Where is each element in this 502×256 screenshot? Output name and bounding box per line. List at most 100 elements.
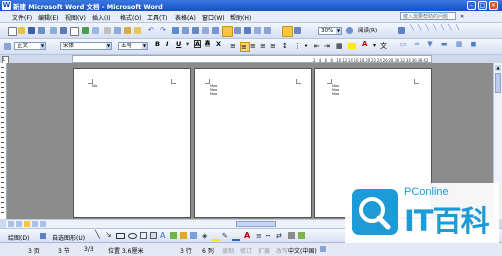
menu-help[interactable]: 帮助(H): [230, 13, 251, 22]
status-record[interactable]: 录制: [222, 246, 234, 255]
select-objects-icon[interactable]: [398, 27, 405, 34]
maximize-button[interactable]: □: [478, 1, 487, 10]
document-page[interactable]: Ma: [73, 68, 191, 218]
font-color-icon[interactable]: A: [362, 40, 367, 48]
bold-button[interactable]: B: [155, 40, 160, 48]
3d-style-icon[interactable]: [298, 232, 305, 239]
italic-button[interactable]: I: [166, 40, 168, 48]
read-icon[interactable]: [254, 27, 261, 34]
picture-icon[interactable]: [190, 232, 197, 239]
close-doc-icon[interactable]: ✕: [460, 14, 466, 20]
document-page[interactable]: Mao Mao Mao: [194, 68, 312, 218]
insert-excel-icon[interactable]: [202, 27, 209, 34]
status-track-changes[interactable]: 修订: [240, 246, 252, 255]
decrease-indent-icon[interactable]: ⇤: [314, 42, 322, 50]
save-icon[interactable]: [28, 27, 35, 34]
redo-icon[interactable]: ↷: [160, 26, 166, 34]
fill-color-icon[interactable]: ◈: [202, 232, 207, 240]
increase-indent-icon[interactable]: ⇥: [324, 42, 332, 50]
menu-file[interactable]: 文件(F): [12, 13, 32, 22]
arrow-style-icon[interactable]: ⇄: [276, 232, 282, 240]
scroll-thumb[interactable]: [495, 73, 501, 93]
line-icon[interactable]: ╲: [95, 230, 100, 239]
close-button[interactable]: ✕: [489, 1, 498, 10]
format-painter-icon[interactable]: [134, 27, 141, 34]
font-color-icon[interactable]: A: [244, 231, 250, 240]
cut-icon[interactable]: [104, 27, 111, 34]
oval-icon[interactable]: [128, 233, 137, 239]
ink-icon[interactable]: [282, 26, 293, 37]
autoshapes-menu[interactable]: 自选图形(U): [52, 233, 85, 242]
web-view-icon[interactable]: [16, 221, 22, 227]
line-spacing-icon[interactable]: ↕: [282, 42, 290, 50]
char-shading-button[interactable]: A: [205, 40, 211, 47]
align-center-icon[interactable]: ≡: [240, 42, 250, 52]
char-scale-button[interactable]: X: [216, 40, 221, 48]
font-color-dropdown[interactable]: ▾: [186, 40, 189, 48]
align-right-icon[interactable]: ≡: [250, 42, 258, 50]
align-left-icon[interactable]: ≡: [230, 42, 238, 50]
word-icon[interactable]: W: [2, 1, 11, 10]
highlight-icon[interactable]: [348, 43, 356, 49]
document-map-icon[interactable]: [234, 27, 241, 34]
spelling-status-icon[interactable]: [320, 246, 326, 252]
menu-window[interactable]: 窗口(W): [202, 13, 225, 22]
justify-icon[interactable]: ≡: [260, 42, 268, 50]
chevron-down-icon[interactable]: ▾: [373, 42, 376, 49]
line-style-row[interactable]: ▭ ═ ▼ ▬ ▦ ◼: [400, 40, 490, 52]
hyperlink-icon[interactable]: [172, 27, 179, 34]
minimize-button[interactable]: –: [467, 1, 476, 10]
scroll-up-icon[interactable]: ▲: [495, 65, 501, 71]
permission-icon[interactable]: [38, 27, 45, 34]
vertical-ruler[interactable]: [0, 63, 7, 219]
research-icon[interactable]: [92, 27, 99, 34]
menu-view[interactable]: 视图(V): [65, 13, 86, 22]
select-objects-icon[interactable]: [40, 233, 46, 239]
bullets-icon[interactable]: •: [304, 42, 312, 50]
line-style-icon[interactable]: ≡: [256, 232, 262, 240]
show-hide-icon[interactable]: [244, 27, 251, 34]
copy-icon[interactable]: [114, 27, 121, 34]
styles-pane-icon[interactable]: [4, 43, 11, 50]
columns-icon[interactable]: [212, 27, 219, 34]
link-icon[interactable]: [264, 27, 271, 34]
clipart-icon[interactable]: [180, 232, 187, 239]
distributed-icon[interactable]: ≡: [270, 42, 278, 50]
show-paragraph-icon[interactable]: [294, 27, 301, 34]
arrow-icon[interactable]: ↘: [105, 230, 112, 239]
menu-format[interactable]: 格式(O): [120, 13, 141, 22]
char-border-button[interactable]: A: [194, 40, 202, 48]
open-icon[interactable]: [18, 27, 25, 34]
draw-menu[interactable]: 绘图(D): [8, 233, 29, 242]
menu-tools[interactable]: 工具(T): [147, 13, 167, 22]
insert-table-icon[interactable]: [192, 27, 199, 34]
spelling-icon[interactable]: [82, 27, 89, 34]
numbering-icon[interactable]: ⋮: [294, 42, 302, 50]
horizontal-ruler[interactable]: 2 4 6 8 10 12 14 16 18 20 22 24 26 28 30 32 34 36 38 42: [72, 55, 432, 63]
dash-style-icon[interactable]: ┅: [266, 232, 270, 240]
help-search-input[interactable]: 键入需要帮助的问题: [400, 12, 456, 20]
new-document-icon[interactable]: [8, 27, 17, 36]
paste-icon[interactable]: [124, 27, 131, 34]
scroll-thumb[interactable]: [236, 221, 276, 227]
undo-icon[interactable]: ↶: [148, 26, 154, 34]
menu-insert[interactable]: 插入(I): [92, 13, 110, 22]
print-preview-icon[interactable]: [70, 27, 79, 36]
tables-borders-icon[interactable]: [182, 27, 189, 34]
help-icon[interactable]: [346, 27, 353, 34]
print-icon[interactable]: [60, 27, 67, 34]
diagram-icon[interactable]: [170, 232, 177, 239]
phonetic-icon[interactable]: 文: [380, 42, 388, 50]
shape-tools-row[interactable]: ╲╲╲╲╲╲╲: [410, 24, 490, 36]
status-overtype[interactable]: 改写: [276, 246, 288, 255]
rectangle-icon[interactable]: [116, 233, 125, 239]
font-select[interactable]: 宋体 ▼: [60, 42, 112, 50]
read-mode-button[interactable]: 阅读(R): [358, 27, 390, 35]
menu-edit[interactable]: 编辑(E): [38, 13, 58, 22]
zoom-select[interactable]: 30% ▼: [318, 27, 342, 35]
borders-icon[interactable]: ▦: [336, 42, 344, 50]
drawing-icon[interactable]: [222, 26, 233, 37]
status-extend[interactable]: 扩展: [258, 246, 270, 255]
shadow-style-icon[interactable]: [288, 232, 295, 239]
underline-button[interactable]: U: [176, 40, 181, 48]
